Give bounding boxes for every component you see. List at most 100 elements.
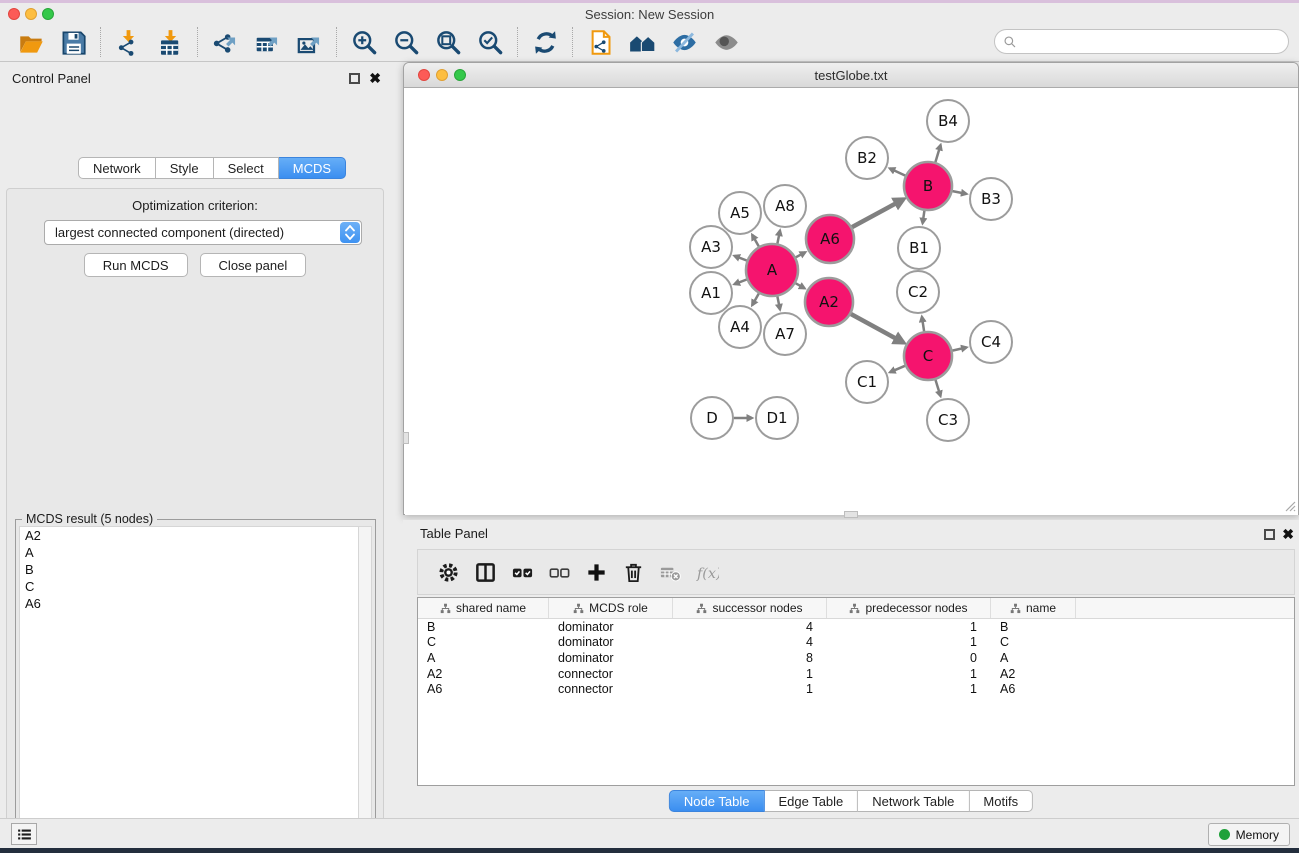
export-table-icon[interactable] [246,25,288,59]
node-D1[interactable]: D1 [756,397,798,439]
edge-C-C4[interactable] [952,347,966,350]
tab-select[interactable]: Select [214,157,279,179]
node-A8[interactable]: A8 [764,185,806,227]
network-canvas[interactable]: B4B2BB3A5A8A6A3B1AA1C2A2A4A7C4CC1C3DD1 [405,89,1298,515]
edge-B-B1[interactable] [923,211,925,224]
network-from-file-icon[interactable] [579,25,621,59]
refresh-icon[interactable] [524,25,566,59]
edge-A-A8[interactable] [777,231,780,244]
tab-edge-table[interactable]: Edge Table [764,790,858,812]
splitter-grip-left[interactable] [403,432,409,444]
node-C1[interactable]: C1 [846,361,888,403]
edge-A-A6[interactable] [796,252,806,257]
open-icon[interactable] [10,25,52,59]
float-table-panel-icon[interactable] [1264,529,1275,540]
network-window-titlebar[interactable]: testGlobe.txt [404,63,1298,88]
export-image-icon[interactable] [288,25,330,59]
result-item[interactable]: A6 [20,595,358,612]
column-header-name[interactable]: name [991,598,1076,618]
node-A[interactable]: A [746,244,798,296]
column-header-MCDS-role[interactable]: MCDS role [549,598,673,618]
run-mcds-button[interactable]: Run MCDS [84,253,188,277]
close-panel-button[interactable]: Close panel [200,253,307,277]
edge-B-B4[interactable] [935,145,940,162]
import-table-icon[interactable] [149,25,191,59]
node-B2[interactable]: B2 [846,137,888,179]
tab-style[interactable]: Style [156,157,214,179]
select-all-icon[interactable] [504,554,541,590]
column-header-shared-name[interactable]: shared name [418,598,549,618]
close-panel-icon[interactable]: ✖ [369,70,381,87]
table-options-icon[interactable] [430,554,467,590]
search-input[interactable] [1017,32,1288,52]
edge-A-A1[interactable] [734,280,746,285]
export-network-icon[interactable] [204,25,246,59]
node-A6[interactable]: A6 [806,215,854,263]
node-A3[interactable]: A3 [690,226,732,268]
tab-node-table[interactable]: Node Table [669,790,765,812]
node-B1[interactable]: B1 [898,227,940,269]
table-row[interactable]: Bdominator41B [418,619,1294,635]
column-header-predecessor-nodes[interactable]: predecessor nodes [827,598,991,618]
home-icon[interactable] [621,25,663,59]
edge-A-A4[interactable] [752,294,759,306]
edge-B-B3[interactable] [953,191,967,194]
result-scrollbar[interactable] [358,526,372,851]
node-A1[interactable]: A1 [690,272,732,314]
column-header-successor-nodes[interactable]: successor nodes [673,598,827,618]
table-row[interactable]: Cdominator41C [418,635,1294,651]
float-panel-icon[interactable] [349,73,360,84]
result-item[interactable]: C [20,578,358,595]
node-B4[interactable]: B4 [927,100,969,142]
resize-grip-icon[interactable] [1283,499,1296,512]
zoom-out-icon[interactable] [385,25,427,59]
edge-A-A7[interactable] [777,297,780,310]
add-column-icon[interactable] [578,554,615,590]
splitter-grip-bottom[interactable] [844,511,858,518]
edge-C-C3[interactable] [936,380,941,396]
table-row[interactable]: A6connector11A6 [418,681,1294,697]
function-builder-icon[interactable]: f(x) [689,554,726,590]
edge-A2-C[interactable] [851,314,904,343]
node-D[interactable]: D [691,397,733,439]
node-C4[interactable]: C4 [970,321,1012,363]
tab-network-table[interactable]: Network Table [858,790,969,812]
delete-table-icon[interactable] [652,554,689,590]
table-row[interactable]: A2connector11A2 [418,666,1294,682]
table-row[interactable]: Adominator80A [418,650,1294,666]
edge-A6-B[interactable] [852,199,903,227]
column-view-icon[interactable] [467,554,504,590]
result-item[interactable]: B [20,561,358,578]
edge-A-A2[interactable] [796,283,805,288]
edge-A-A5[interactable] [752,235,759,247]
tab-mcds[interactable]: MCDS [279,157,346,179]
node-C2[interactable]: C2 [897,271,939,313]
node-C3[interactable]: C3 [927,399,969,441]
deselect-all-icon[interactable] [541,554,578,590]
memory-button[interactable]: Memory [1208,823,1290,846]
result-item[interactable]: A [20,544,358,561]
node-A5[interactable]: A5 [719,192,761,234]
edge-C-C1[interactable] [890,366,905,372]
search-field[interactable] [994,29,1289,54]
edge-A-A3[interactable] [734,256,746,261]
zoom-fit-icon[interactable] [427,25,469,59]
save-icon[interactable] [52,25,94,59]
criterion-dropdown[interactable]: largest connected component (directed) [44,220,362,245]
node-A4[interactable]: A4 [719,306,761,348]
delete-column-icon[interactable] [615,554,652,590]
zoom-selected-icon[interactable] [469,25,511,59]
network-graph[interactable]: B4B2BB3A5A8A6A3B1AA1C2A2A4A7C4CC1C3DD1 [405,89,1298,515]
node-A7[interactable]: A7 [764,313,806,355]
node-B3[interactable]: B3 [970,178,1012,220]
tab-network[interactable]: Network [78,157,156,179]
result-item[interactable]: A2 [20,527,358,544]
task-history-button[interactable] [11,823,37,845]
close-table-panel-icon[interactable]: ✖ [1282,526,1294,543]
tab-motifs[interactable]: Motifs [969,790,1033,812]
node-A2[interactable]: A2 [805,278,853,326]
node-B[interactable]: B [904,162,952,210]
edge-C-C2[interactable] [922,317,924,332]
zoom-in-icon[interactable] [343,25,385,59]
hide-selected-icon[interactable] [663,25,705,59]
